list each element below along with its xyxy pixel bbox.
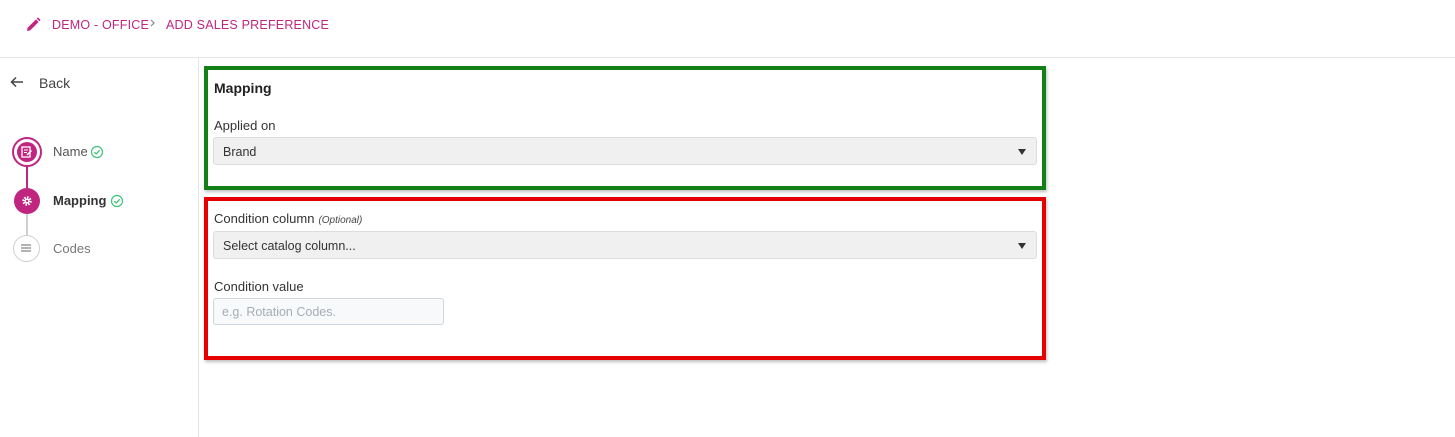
- condition-column-label-text: Condition column: [214, 211, 315, 226]
- chevron-right-icon: [150, 19, 155, 27]
- step-name-label: Name: [53, 144, 88, 159]
- condition-value-label: Condition value: [214, 279, 304, 294]
- top-bar: DEMO - OFFICE ADD SALES PREFERENCE: [0, 0, 1455, 58]
- mapping-applied-on-section: [204, 66, 1046, 190]
- step-codes[interactable]: Codes: [12, 234, 192, 264]
- breadcrumb-demo-office[interactable]: DEMO - OFFICE: [52, 18, 149, 32]
- step-name-circle: [12, 137, 42, 167]
- applied-on-value: Brand: [223, 145, 257, 159]
- arrow-left-icon: [10, 76, 23, 88]
- condition-value-input[interactable]: [213, 298, 444, 325]
- step-mapping[interactable]: Mapping: [12, 186, 192, 216]
- condition-column-value: Select catalog column...: [223, 239, 356, 253]
- step-codes-circle: [13, 235, 40, 262]
- step-codes-label: Codes: [53, 241, 91, 256]
- check-circle-icon: [90, 145, 104, 159]
- back-label: Back: [39, 75, 71, 91]
- check-circle-icon: [110, 194, 124, 208]
- caret-down-icon: [1018, 243, 1026, 249]
- condition-column-select[interactable]: Select catalog column...: [213, 231, 1037, 259]
- optional-tag: (Optional): [318, 215, 363, 226]
- step-connector: [26, 213, 28, 236]
- step-name[interactable]: Name: [12, 137, 192, 167]
- gear-icon: [22, 196, 32, 206]
- edit-document-icon: [21, 146, 33, 158]
- step-mapping-circle: [14, 188, 40, 214]
- step-connector: [26, 166, 28, 188]
- menu-lines-icon: [21, 244, 31, 252]
- section-title: Mapping: [214, 80, 272, 96]
- pencil-icon: [27, 17, 41, 31]
- applied-on-label: Applied on: [214, 118, 276, 133]
- applied-on-select[interactable]: Brand: [213, 137, 1037, 165]
- step-mapping-label: Mapping: [53, 193, 107, 208]
- condition-column-label: Condition column (Optional): [214, 211, 362, 226]
- caret-down-icon: [1018, 149, 1026, 155]
- breadcrumb-add-sales-preference[interactable]: ADD SALES PREFERENCE: [166, 18, 329, 32]
